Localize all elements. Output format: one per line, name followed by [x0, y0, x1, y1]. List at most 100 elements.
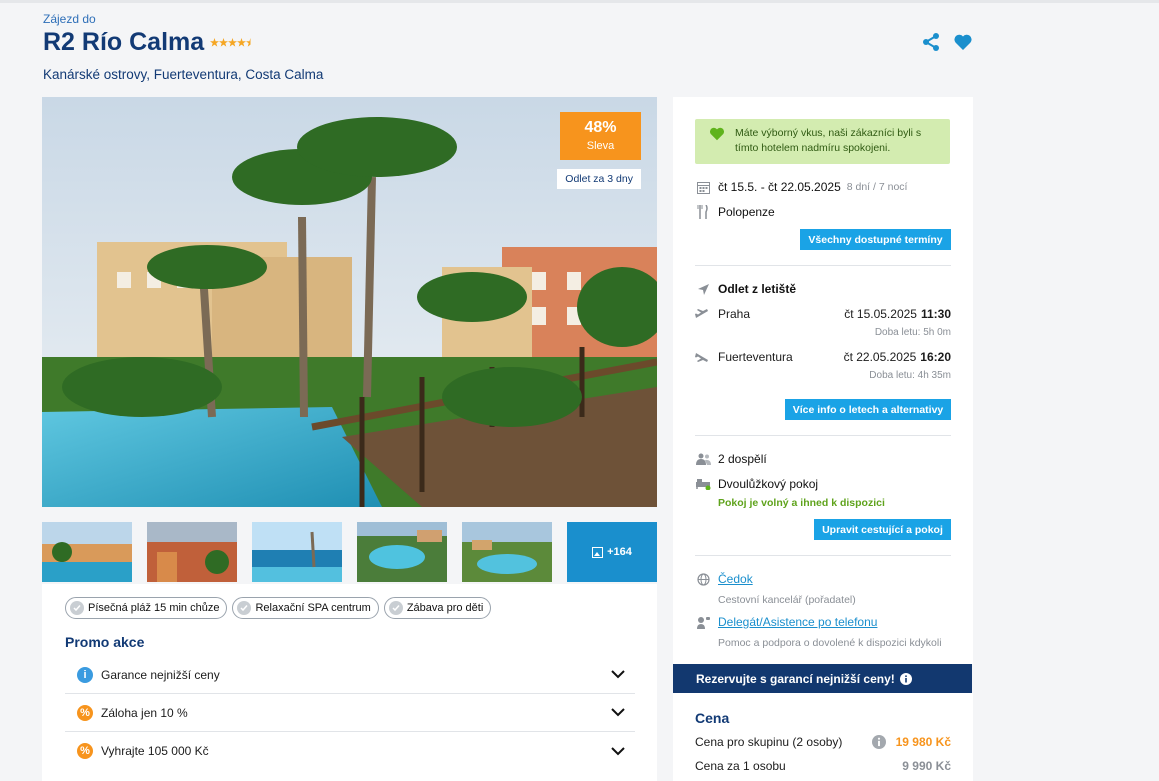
star-icon [219, 38, 229, 47]
edit-travellers-button[interactable]: Upravit cestující a pokoj [814, 519, 951, 540]
trip-dates: čt 15.5. - čt 22.05.2025 [718, 180, 841, 194]
price-guarantee-banner: Rezervujte s garancí nejnižší ceny! [673, 664, 972, 693]
check-icon [388, 601, 403, 615]
hero-image[interactable]: 48% Sleva Odlet za 3 dny [42, 97, 657, 507]
price-box: Cena Cena pro skupinu (2 osoby) 19 980 K… [673, 693, 973, 781]
inbound-time: 16:20 [920, 350, 951, 364]
person-price-value: 9 990 Kč [902, 759, 951, 773]
fork-knife-icon [695, 205, 711, 219]
outbound-flight-row: Praha čt 15.05.2025 11:30 [695, 306, 951, 322]
trip-kicker: Zájezd do [43, 12, 96, 26]
board-type: Polopenze [718, 205, 775, 219]
users-icon [695, 453, 711, 465]
check-icon [70, 601, 84, 615]
header-actions [921, 32, 973, 52]
guarantee-text: Rezervujte s garancí nejnižší ceny! [696, 671, 895, 686]
promo-item-price-guarantee[interactable]: i Garance nejnižší ceny [65, 656, 635, 694]
hotel-header: Zájezd do R2 Río Calma Kanárské ostrovy,… [43, 12, 973, 82]
all-dates-button[interactable]: Všechny dostupné termíny [800, 229, 951, 250]
thumbnail-strip: +164 [42, 522, 657, 582]
room-type: Dvoulůžkový pokoj [718, 477, 819, 491]
hotel-location: Kanárské ostrovy, Fuerteventura, Costa C… [43, 67, 324, 82]
promo-title: Promo akce [65, 634, 145, 650]
flights-block: Odlet z letiště Praha čt 15.05.2025 11:3… [695, 281, 951, 421]
inbound-flight-row: Fuerteventura čt 22.05.2025 16:20 [695, 349, 951, 365]
support-row: Delegát/Asistence po telefonu [695, 614, 951, 630]
divider [695, 555, 951, 556]
star-icon [237, 38, 247, 47]
outbound-duration: Doba letu: 5h 0m [874, 327, 951, 338]
support-block: Čedok Cestovní kancelář (pořadatel) Dele… [695, 571, 951, 651]
dates-row: čt 15.5. - čt 22.05.2025 8 dní / 7 nocí [695, 179, 951, 195]
thumbnail[interactable] [42, 522, 132, 582]
promo-list: i Garance nejnižší ceny % Záloha jen 10 … [65, 656, 635, 770]
feature-chip: Zábava pro děti [383, 597, 492, 619]
chevron-down-icon [611, 708, 625, 717]
feature-label: Písečná pláž 15 min chůze [88, 602, 220, 614]
group-price-value: 19 980 Kč [895, 735, 951, 749]
share-icon[interactable] [921, 32, 941, 52]
divider [695, 435, 951, 436]
agency-link[interactable]: Čedok [718, 572, 753, 586]
departure-heading-row: Odlet z letiště [695, 281, 951, 297]
inbound-city: Fuerteventura [718, 350, 793, 364]
price-title: Cena [695, 710, 730, 726]
headset-icon [695, 616, 711, 629]
room-row: Dvoulůžkový pokoj [695, 476, 951, 492]
check-icon [237, 601, 252, 615]
navigation-arrow-icon [695, 283, 711, 296]
promo-label: Záloha jen 10 % [101, 705, 188, 720]
discount-label: Sleva [586, 140, 615, 152]
plane-landing-icon [695, 351, 711, 363]
more-photos-button[interactable]: +164 [567, 522, 657, 582]
feature-label: Zábava pro děti [406, 602, 484, 614]
plane-takeoff-icon [695, 308, 711, 320]
chevron-down-icon [611, 746, 625, 755]
favorite-heart-icon[interactable] [953, 32, 973, 52]
info-icon[interactable] [899, 672, 912, 685]
support-link[interactable]: Delegát/Asistence po telefonu [718, 615, 877, 629]
person-price-label: Cena za 1 osobu [695, 759, 786, 773]
agency-row: Čedok [695, 571, 951, 587]
flight-info-button[interactable]: Více info o letech a alternativy [785, 399, 951, 420]
feature-chips: Písečná pláž 15 min chůze Relaxační SPA … [42, 584, 657, 619]
group-price-label: Cena pro skupinu (2 osoby) [695, 735, 843, 749]
more-photos-count: +164 [607, 546, 632, 558]
travellers-block: 2 dospělí Dvoulůžkový pokoj Pokoj je vol… [695, 451, 951, 541]
star-rating [210, 38, 255, 47]
promo-item-deposit[interactable]: % Záloha jen 10 % [65, 694, 635, 732]
feature-chip: Písečná pláž 15 min chůze [65, 597, 228, 619]
chevron-down-icon [611, 670, 625, 679]
promo-item-win[interactable]: % Vyhrajte 105 000 Kč [65, 732, 635, 770]
travellers-count: 2 dospělí [718, 452, 767, 466]
star-icon [210, 38, 220, 47]
trip-duration: 8 dní / 7 nocí [846, 181, 908, 193]
divider [695, 265, 951, 266]
gallery-icon [592, 546, 604, 558]
discount-badge: 48% Sleva [560, 112, 641, 160]
thumbnail[interactable] [252, 522, 342, 582]
group-price-row: Cena pro skupinu (2 osoby) 19 980 Kč [695, 735, 951, 749]
star-icon [228, 38, 238, 47]
praise-banner: Máte výborný vkus, naši zákazníci byli s… [695, 119, 950, 164]
info-icon: i [77, 666, 93, 683]
thumbnail[interactable] [147, 522, 237, 582]
support-description: Pomoc a podpora o dovolené k dispozici k… [718, 637, 942, 649]
board-row: Polopenze [695, 204, 951, 220]
globe-icon [695, 572, 711, 586]
outbound-city: Praha [718, 307, 751, 321]
bed-icon [695, 478, 711, 490]
hotel-name: R2 Río Calma [43, 28, 205, 56]
title-row: R2 Río Calma [43, 28, 973, 57]
booking-sidebar: Máte výborný vkus, naši zákazníci byli s… [673, 97, 973, 664]
feature-chip: Relaxační SPA centrum [232, 597, 379, 619]
person-price-row: Cena za 1 osobu 9 990 Kč [695, 759, 951, 773]
info-icon[interactable] [871, 735, 886, 749]
thumbnail[interactable] [357, 522, 447, 582]
calendar-icon [695, 181, 711, 194]
percent-icon: % [77, 743, 93, 759]
thumbnail[interactable] [462, 522, 552, 582]
promo-label: Vyhrajte 105 000 Kč [101, 744, 209, 758]
outbound-time: 11:30 [920, 307, 951, 321]
departure-heading: Odlet z letiště [718, 282, 797, 296]
